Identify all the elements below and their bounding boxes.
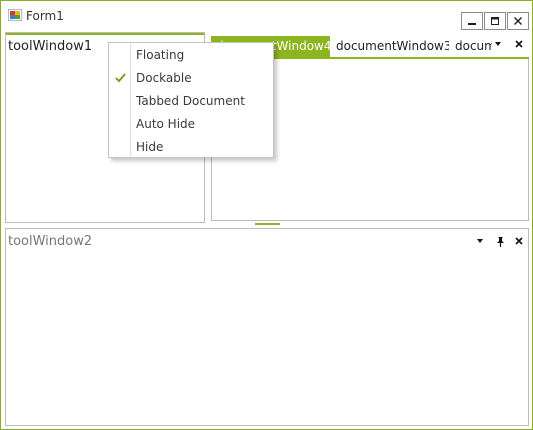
menu-item-label: Auto Hide bbox=[136, 117, 196, 131]
document-tabs-menu-button[interactable] bbox=[493, 39, 505, 51]
menu-item-hide[interactable]: Hide bbox=[109, 136, 273, 159]
document-tabs-close-button[interactable] bbox=[514, 39, 526, 51]
tool-window-1-title[interactable]: toolWindow1 bbox=[8, 38, 92, 56]
close-icon bbox=[515, 237, 523, 245]
close-icon bbox=[514, 17, 522, 25]
menu-item-auto-hide[interactable]: Auto Hide bbox=[109, 113, 273, 136]
menu-item-label: Tabbed Document bbox=[136, 94, 245, 108]
menu-item-label: Floating bbox=[136, 48, 185, 62]
checkmark-icon bbox=[115, 73, 126, 83]
maximize-button[interactable] bbox=[484, 12, 506, 30]
pin-icon bbox=[497, 237, 504, 247]
splitter-grip[interactable] bbox=[255, 223, 280, 225]
close-icon bbox=[515, 40, 523, 48]
tab-document-window[interactable]: documentWindow bbox=[450, 36, 492, 57]
tab-document-window-3[interactable]: documentWindow3 bbox=[331, 36, 449, 57]
chevron-down-icon bbox=[495, 42, 501, 46]
title-bar[interactable]: Form1 bbox=[1, 1, 532, 30]
minimize-button[interactable] bbox=[461, 12, 483, 30]
tool-window-2-pin-button[interactable] bbox=[494, 236, 506, 248]
tool-window-1-accent bbox=[6, 33, 204, 35]
minimize-icon bbox=[468, 23, 476, 25]
maximize-icon bbox=[491, 17, 499, 25]
dock-state-context-menu: Floating Dockable Tabbed Document Auto H… bbox=[108, 42, 274, 158]
chevron-down-icon bbox=[477, 239, 483, 243]
tool-window-2 bbox=[5, 228, 529, 426]
tool-window-2-close-button[interactable] bbox=[514, 236, 526, 248]
app-icon bbox=[8, 9, 22, 21]
close-button[interactable] bbox=[507, 12, 529, 30]
menu-item-label: Hide bbox=[136, 140, 164, 154]
window-title: Form1 bbox=[26, 9, 64, 23]
tool-window-2-title[interactable]: toolWindow2 bbox=[8, 233, 92, 251]
tool-window-2-menu-button[interactable] bbox=[475, 236, 487, 248]
menu-item-label: Dockable bbox=[136, 71, 192, 85]
menu-item-floating[interactable]: Floating bbox=[109, 44, 273, 67]
main-window: Form1 toolWindow1 documentWindow4 docume… bbox=[0, 0, 533, 430]
menu-item-tabbed-document[interactable]: Tabbed Document bbox=[109, 90, 273, 113]
menu-item-dockable[interactable]: Dockable bbox=[109, 67, 273, 90]
